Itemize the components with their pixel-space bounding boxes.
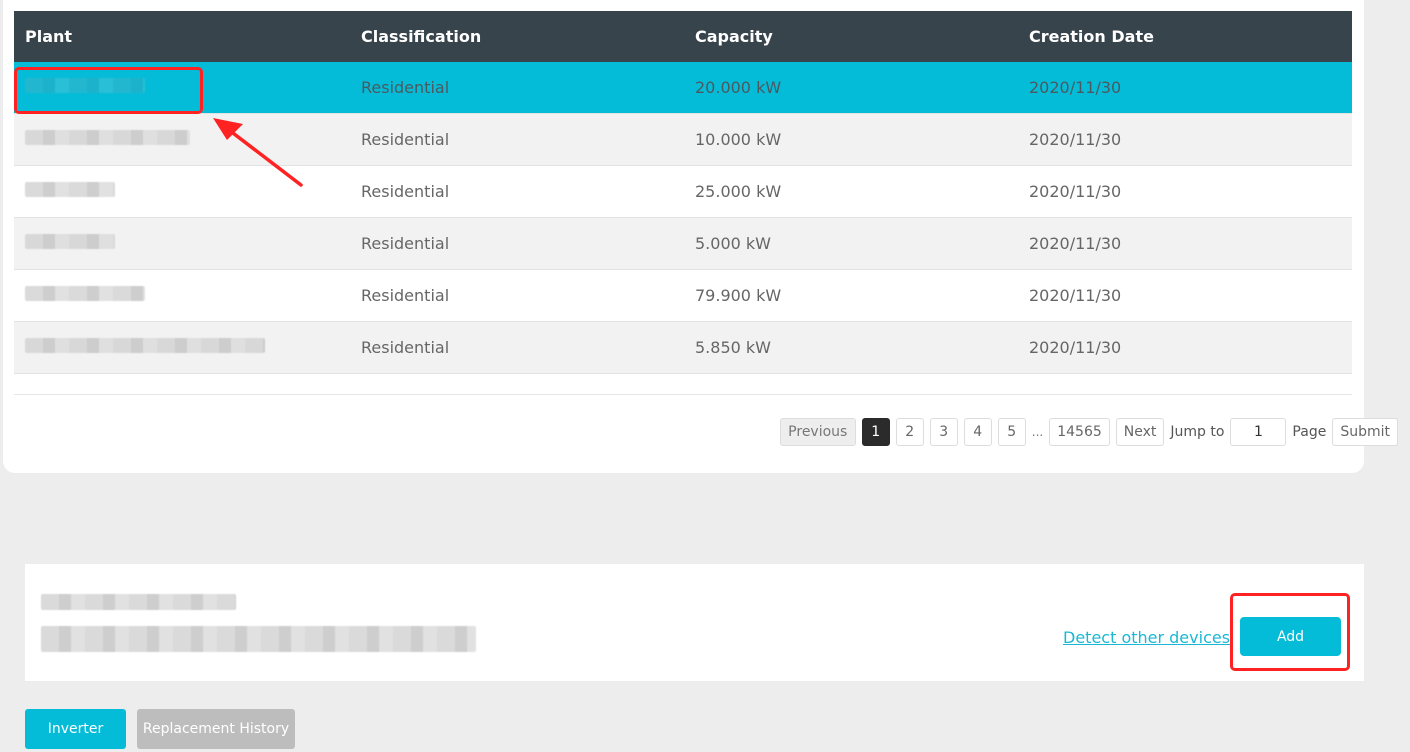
header-plant: Plant (25, 27, 73, 46)
row-date: 2020/11/30 (1029, 182, 1122, 201)
page-4-button[interactable]: 4 (963, 418, 992, 446)
page-label: Page (1292, 424, 1327, 440)
row-capacity: 5.000 kW (695, 234, 771, 253)
plant-name-redacted[interactable] (25, 286, 145, 301)
table-header: Plant Classification Capacity Creation D… (14, 11, 1352, 62)
plant-table: Plant Classification Capacity Creation D… (14, 11, 1352, 374)
row-classification: Residential (361, 234, 450, 253)
table-row[interactable]: Residential 20.000 kW 2020/11/30 (14, 62, 1352, 114)
device-info-redacted (41, 626, 476, 652)
header-capacity: Capacity (695, 27, 773, 46)
plant-name-redacted[interactable] (25, 130, 190, 145)
plant-name-redacted[interactable] (25, 234, 115, 249)
table-row[interactable]: Residential 5.000 kW 2020/11/30 (14, 218, 1352, 270)
row-capacity: 79.900 kW (695, 286, 782, 305)
table-row[interactable]: Residential 5.850 kW 2020/11/30 (14, 322, 1352, 374)
row-classification: Residential (361, 78, 450, 97)
table-divider (14, 394, 1352, 395)
page-2-button[interactable]: 2 (895, 418, 924, 446)
row-classification: Residential (361, 338, 450, 357)
next-button[interactable]: Next (1115, 418, 1165, 446)
page-1-button[interactable]: 1 (861, 418, 890, 446)
row-classification: Residential (361, 286, 450, 305)
device-title-redacted (41, 594, 236, 610)
header-classification: Classification (361, 27, 482, 46)
row-capacity: 5.850 kW (695, 338, 771, 357)
row-date: 2020/11/30 (1029, 234, 1122, 253)
page-5-button[interactable]: 5 (997, 418, 1026, 446)
row-classification: Residential (361, 182, 450, 201)
plant-name-redacted[interactable] (25, 182, 115, 197)
annotation-highlight-box (14, 67, 203, 114)
row-date: 2020/11/30 (1029, 78, 1122, 97)
table-row[interactable]: Residential 79.900 kW 2020/11/30 (14, 270, 1352, 322)
detect-other-devices-link[interactable]: Detect other devices (1063, 628, 1230, 647)
pager-ellipsis: ... (1031, 425, 1044, 439)
row-capacity: 10.000 kW (695, 130, 782, 149)
tab-replacement-history[interactable]: Replacement History (137, 709, 295, 749)
row-capacity: 25.000 kW (695, 182, 782, 201)
row-date: 2020/11/30 (1029, 338, 1122, 357)
jump-to-label: Jump to (1170, 424, 1225, 440)
device-panel (25, 564, 1364, 681)
annotation-arrow (213, 118, 303, 187)
page-3-button[interactable]: 3 (929, 418, 958, 446)
row-date: 2020/11/30 (1029, 130, 1122, 149)
last-page-button[interactable]: 14565 (1049, 418, 1110, 446)
annotation-add-box (1230, 593, 1350, 671)
row-date: 2020/11/30 (1029, 286, 1122, 305)
plant-name-redacted[interactable] (25, 338, 265, 353)
submit-button[interactable]: Submit (1332, 418, 1398, 446)
pagination: Previous 1 2 3 4 5 ... 14565 Next Jump t… (779, 418, 1398, 446)
previous-button[interactable]: Previous (779, 418, 856, 446)
jump-page-input[interactable] (1230, 418, 1287, 446)
row-capacity: 20.000 kW (695, 78, 782, 97)
row-classification: Residential (361, 130, 450, 149)
header-creation-date: Creation Date (1029, 27, 1154, 46)
tab-inverter[interactable]: Inverter (25, 709, 126, 749)
